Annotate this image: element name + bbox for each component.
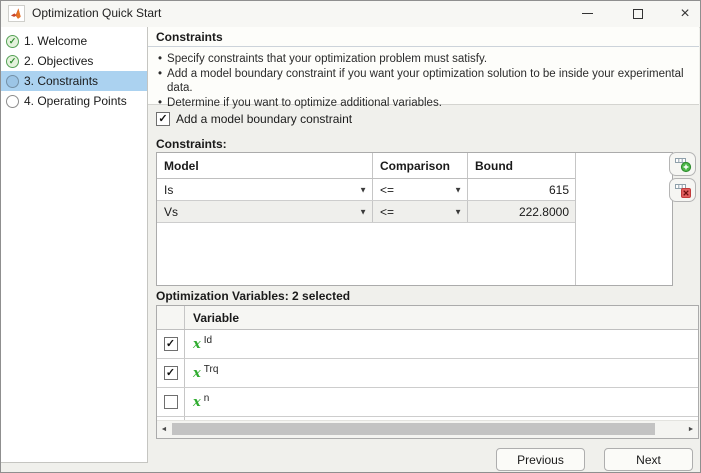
variable-x-icon: x — [193, 365, 201, 381]
step-label: 4. Operating Points — [24, 94, 127, 108]
instructions-list: • Specify constraints that your optimiza… — [148, 47, 699, 110]
select-column-header — [157, 306, 185, 329]
constraints-table: Model Comparison Bound Is ▼ <= ▼ 615 Vs … — [156, 152, 673, 286]
minimize-icon — [581, 13, 593, 14]
step-complete-icon: ✓ — [6, 34, 19, 48]
wizard-steps-sidebar: ✓ 1. Welcome ✓ 2. Objectives 3. Constrai… — [1, 27, 148, 463]
variables-header-row: Variable — [157, 306, 698, 330]
bullet-icon: • — [158, 53, 163, 65]
horizontal-scrollbar[interactable]: ◄ ► — [157, 420, 698, 438]
column-header-bound: Bound — [475, 158, 513, 173]
title-bar: Optimization Quick Start × — [1, 1, 700, 28]
bullet-icon: • — [158, 67, 163, 80]
step-current-icon — [6, 74, 19, 88]
window-title: Optimization Quick Start — [32, 6, 162, 20]
variable-cell: x n — [185, 388, 698, 416]
bullet-icon: • — [158, 96, 163, 109]
close-icon: × — [680, 4, 690, 22]
table-row: ✓ x Trq — [157, 359, 698, 388]
instruction-text: Specify constraints that your optimizati… — [167, 53, 488, 65]
constraints-table-label: Constraints: — [156, 137, 227, 151]
model-value: Is — [164, 182, 174, 197]
instruction-item: • Specify constraints that your optimiza… — [158, 52, 691, 67]
boundary-constraint-checkbox[interactable]: ✓ — [156, 112, 170, 126]
comparison-value: <= — [380, 182, 395, 197]
variable-x-icon: x — [193, 394, 201, 410]
step-label: 2. Objectives — [24, 54, 94, 68]
add-row-icon — [674, 157, 691, 172]
maximize-icon — [633, 8, 643, 19]
variable-checkbox[interactable]: ✓ — [163, 337, 178, 351]
bound-input[interactable]: 615 — [468, 179, 575, 200]
boundary-constraint-label: Add a model boundary constraint — [176, 112, 353, 126]
close-button[interactable]: × — [668, 1, 700, 26]
column-header-comparison: Comparison — [373, 153, 468, 178]
comparison-value: <= — [380, 204, 395, 219]
add-constraint-button[interactable] — [669, 152, 696, 176]
sidebar-item-constraints[interactable]: 3. Constraints — [1, 71, 147, 91]
step-complete-icon: ✓ — [6, 54, 19, 68]
bound-input[interactable]: 222.8000 — [468, 201, 575, 222]
scrollbar-thumb[interactable] — [172, 423, 655, 435]
column-header-variable: Variable — [193, 310, 240, 325]
table-filler-area — [575, 153, 672, 285]
optimization-variables-label: Optimization Variables: 2 selected — [156, 289, 351, 303]
sidebar-item-objectives[interactable]: ✓ 2. Objectives — [1, 51, 147, 71]
model-dropdown[interactable]: Vs ▼ — [157, 201, 373, 222]
optimization-quick-start-dialog: Optimization Quick Start × ✓ 1. Welcome … — [0, 0, 701, 473]
chevron-down-icon: ▼ — [359, 207, 367, 216]
comparison-dropdown[interactable]: <= ▼ — [373, 201, 468, 222]
variable-cell: x Id — [185, 330, 698, 358]
sidebar-item-operating-points[interactable]: 4. Operating Points — [1, 91, 147, 111]
maximize-button[interactable] — [621, 1, 655, 26]
chevron-down-icon: ▼ — [359, 185, 367, 194]
variable-checkbox[interactable] — [163, 395, 178, 409]
minimize-button[interactable] — [570, 1, 604, 26]
delete-row-icon — [674, 183, 691, 198]
variable-name: Trq — [203, 363, 219, 375]
column-header-model: Model — [157, 153, 373, 178]
variable-checkbox-cell: ✓ — [157, 330, 185, 358]
constraints-header-row: Model Comparison Bound — [157, 153, 575, 179]
instruction-item: • Add a model boundary constraint if you… — [158, 67, 691, 96]
variable-name: Id — [203, 334, 213, 346]
variable-checkbox-cell — [157, 388, 185, 416]
table-row: Is ▼ <= ▼ 615 — [157, 179, 575, 201]
delete-constraint-button[interactable] — [669, 178, 696, 202]
comparison-dropdown[interactable]: <= ▼ — [373, 179, 468, 200]
model-value: Vs — [164, 204, 179, 219]
variable-checkbox-cell: ✓ — [157, 359, 185, 387]
table-row: ✓ x Id — [157, 330, 698, 359]
variable-checkbox[interactable]: ✓ — [163, 366, 178, 380]
variable-x-icon: x — [193, 336, 201, 352]
scroll-right-icon[interactable]: ► — [684, 421, 698, 438]
previous-button[interactable]: Previous — [496, 448, 585, 471]
instruction-text: Determine if you want to optimize additi… — [167, 96, 442, 109]
step-description-panel: Constraints • Specify constraints that y… — [148, 27, 699, 109]
table-row: x n — [157, 388, 698, 417]
constraints-grid: Model Comparison Bound Is ▼ <= ▼ 615 Vs … — [157, 153, 575, 285]
step-label: 3. Constraints — [24, 74, 99, 88]
boundary-constraint-checkbox-row: ✓ Add a model boundary constraint — [156, 112, 352, 126]
instruction-text: Add a model boundary constraint if you w… — [167, 67, 684, 95]
next-button[interactable]: Next — [604, 448, 693, 471]
variable-cell: x Trq — [185, 359, 698, 387]
model-dropdown[interactable]: Is ▼ — [157, 179, 373, 200]
table-row: Vs ▼ <= ▼ 222.8000 — [157, 201, 575, 223]
chevron-down-icon: ▼ — [454, 185, 462, 194]
variable-name: n — [203, 392, 210, 404]
matlab-logo-icon — [8, 5, 25, 22]
step-label: 1. Welcome — [24, 34, 88, 48]
scroll-left-icon[interactable]: ◄ — [157, 421, 171, 438]
page-title: Constraints — [148, 27, 699, 47]
step-pending-icon — [6, 94, 19, 108]
variables-table: Variable ✓ x Id ✓ x Trq x n ◄ ► — [156, 305, 699, 439]
instruction-item: • Determine if you want to optimize addi… — [158, 96, 691, 111]
chevron-down-icon: ▼ — [454, 207, 462, 216]
sidebar-item-welcome[interactable]: ✓ 1. Welcome — [1, 31, 147, 51]
